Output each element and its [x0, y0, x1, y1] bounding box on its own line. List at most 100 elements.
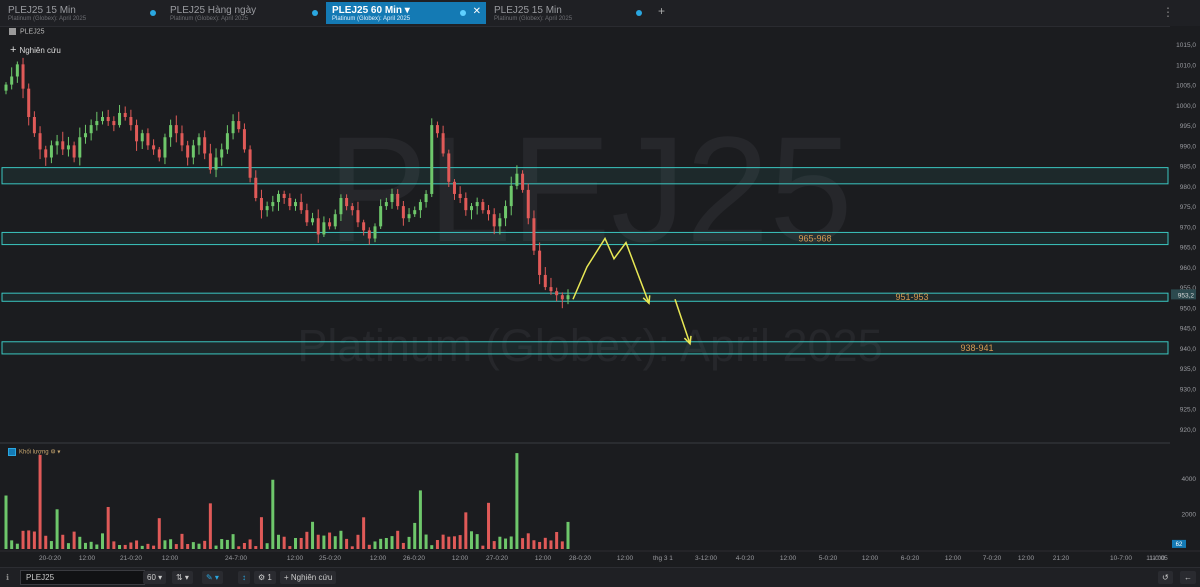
price-tick-label: 945,0	[1180, 326, 1197, 333]
candle	[515, 174, 518, 186]
price-axis[interactable]: 1015,01010,01005,01000,0995,0990,0985,09…	[1170, 26, 1200, 443]
tab-status-dot-icon	[460, 10, 466, 16]
reset-icon[interactable]: ↺	[1158, 571, 1173, 584]
time-tick-label: 25-0:20	[319, 555, 341, 562]
volume-label: Khối lượng	[19, 450, 49, 456]
crosshair-button[interactable]: ↕	[238, 571, 250, 584]
tab-status-dot-icon	[150, 10, 156, 16]
volume-bar	[385, 538, 388, 549]
time-tick-label: 21:20	[1053, 555, 1070, 562]
tab-plej25-60min[interactable]: PLEJ25 60 Min ▾ Platinum (Globex): April…	[326, 2, 486, 24]
volume-bar	[266, 543, 269, 549]
more-menu-icon[interactable]: ⋮	[1162, 5, 1174, 19]
volume-bar	[237, 546, 240, 549]
zone-label: 965-968	[798, 234, 831, 244]
interval-select[interactable]: 60 ▾	[143, 571, 166, 584]
volume-bar	[129, 542, 132, 549]
candle	[527, 190, 530, 218]
candle	[532, 218, 535, 250]
volume-bar	[112, 541, 115, 549]
candle	[379, 206, 382, 226]
volume-bar	[464, 512, 467, 549]
volume-bar	[73, 532, 76, 549]
candle	[521, 174, 524, 190]
volume-bar	[107, 507, 110, 549]
volume-bar	[493, 541, 496, 549]
volume-bar	[163, 540, 166, 549]
price-tick-label: 975,0	[1180, 204, 1197, 211]
time-tick-label: 12:00	[945, 555, 962, 562]
chart-type-button[interactable]: ⇅ ▾	[172, 571, 193, 584]
info-icon[interactable]: ℹ	[6, 571, 9, 584]
volume-tick-label: 4000	[1182, 476, 1197, 483]
candle	[16, 64, 19, 76]
candle	[215, 158, 218, 170]
tab-plej25-daily[interactable]: PLEJ25 Hàng ngày Platinum (Globex): Apri…	[164, 2, 324, 24]
volume-bar	[351, 546, 354, 549]
candle	[118, 113, 121, 125]
close-icon[interactable]: ✕	[473, 6, 481, 17]
candle	[368, 230, 371, 238]
candle	[555, 291, 558, 295]
time-axis[interactable]: 20-0:2012:0021-0:2012:0024-7:0012:0025-0…	[0, 551, 1200, 562]
back-arrow-icon[interactable]: ←	[1180, 571, 1196, 584]
drawing-tools-button[interactable]: ✎ ▾	[202, 571, 223, 584]
research-button[interactable]: + Nghiên cứu	[280, 571, 336, 584]
candle	[408, 214, 411, 218]
candle	[402, 206, 405, 218]
volume-bar	[50, 541, 53, 549]
candle	[175, 125, 178, 133]
volume-bar	[192, 542, 195, 549]
symbol-input[interactable]: PLEJ25	[20, 570, 145, 585]
bottom-toolbar: ℹ PLEJ25 60 ▾ ⇅ ▾ ✎ ▾ ↕ ⚙ 1 + Nghiên cứu…	[0, 567, 1200, 587]
volume-bar	[16, 544, 19, 549]
volume-bar	[339, 531, 342, 549]
volume-bar	[135, 540, 138, 549]
tab-plej25-15min-1[interactable]: PLEJ25 15 Min Platinum (Globex): April 2…	[2, 2, 162, 24]
time-tick-label: 12:00	[79, 555, 96, 562]
tab-status-dot-icon	[636, 10, 642, 16]
time-tick-label: 12:00	[370, 555, 387, 562]
candle	[283, 194, 286, 198]
candle	[391, 194, 394, 202]
volume-bar	[169, 539, 172, 549]
tab-title: PLEJ25 15 Min	[494, 5, 562, 16]
time-tick-label: 26-0:20	[403, 555, 425, 562]
tab-subtitle: Platinum (Globex): April 2025	[170, 16, 248, 22]
candle	[538, 251, 541, 275]
candle	[220, 149, 223, 157]
chevron-down-icon[interactable]: ▾	[57, 450, 60, 456]
price-tick-label: 935,0	[1180, 366, 1197, 373]
gear-icon[interactable]: ⚙	[50, 450, 55, 456]
tab-subtitle: Platinum (Globex): April 2025	[332, 16, 410, 22]
candle	[44, 149, 47, 157]
candle	[510, 186, 513, 206]
volume-bar	[544, 538, 547, 549]
time-tick-label: 4-0:20	[736, 555, 755, 562]
volume-bar	[470, 531, 473, 549]
tab-status-dot-icon	[312, 10, 318, 16]
candle	[425, 194, 428, 202]
candle	[73, 145, 76, 157]
candle	[22, 64, 25, 88]
volume-bar	[141, 546, 144, 549]
price-tick-label: 950,0	[1180, 305, 1197, 312]
volume-bar	[498, 537, 501, 549]
candle	[141, 133, 144, 141]
tab-title: PLEJ25 60 Min ▾	[332, 5, 410, 16]
candle	[567, 295, 570, 299]
price-chart[interactable]: PLEJ25 Platinum (Globex): April 2025 965…	[0, 26, 1200, 567]
current-price-label: 953,2	[1178, 292, 1195, 299]
candle	[385, 202, 388, 206]
price-tick-label: 940,0	[1180, 346, 1197, 353]
volume-bar	[277, 535, 280, 549]
time-tick-label: 28-0:20	[569, 555, 591, 562]
volume-bar	[402, 543, 405, 549]
tab-plej25-15min-2[interactable]: PLEJ25 15 Min Platinum (Globex): April 2…	[488, 2, 648, 24]
candle	[493, 214, 496, 226]
support-zone-2	[2, 293, 1168, 301]
add-tab-icon[interactable]: +	[658, 4, 665, 18]
studies-button[interactable]: ⚙ 1	[254, 571, 276, 584]
price-tick-label: 1000,0	[1176, 103, 1196, 110]
candle	[476, 202, 479, 206]
